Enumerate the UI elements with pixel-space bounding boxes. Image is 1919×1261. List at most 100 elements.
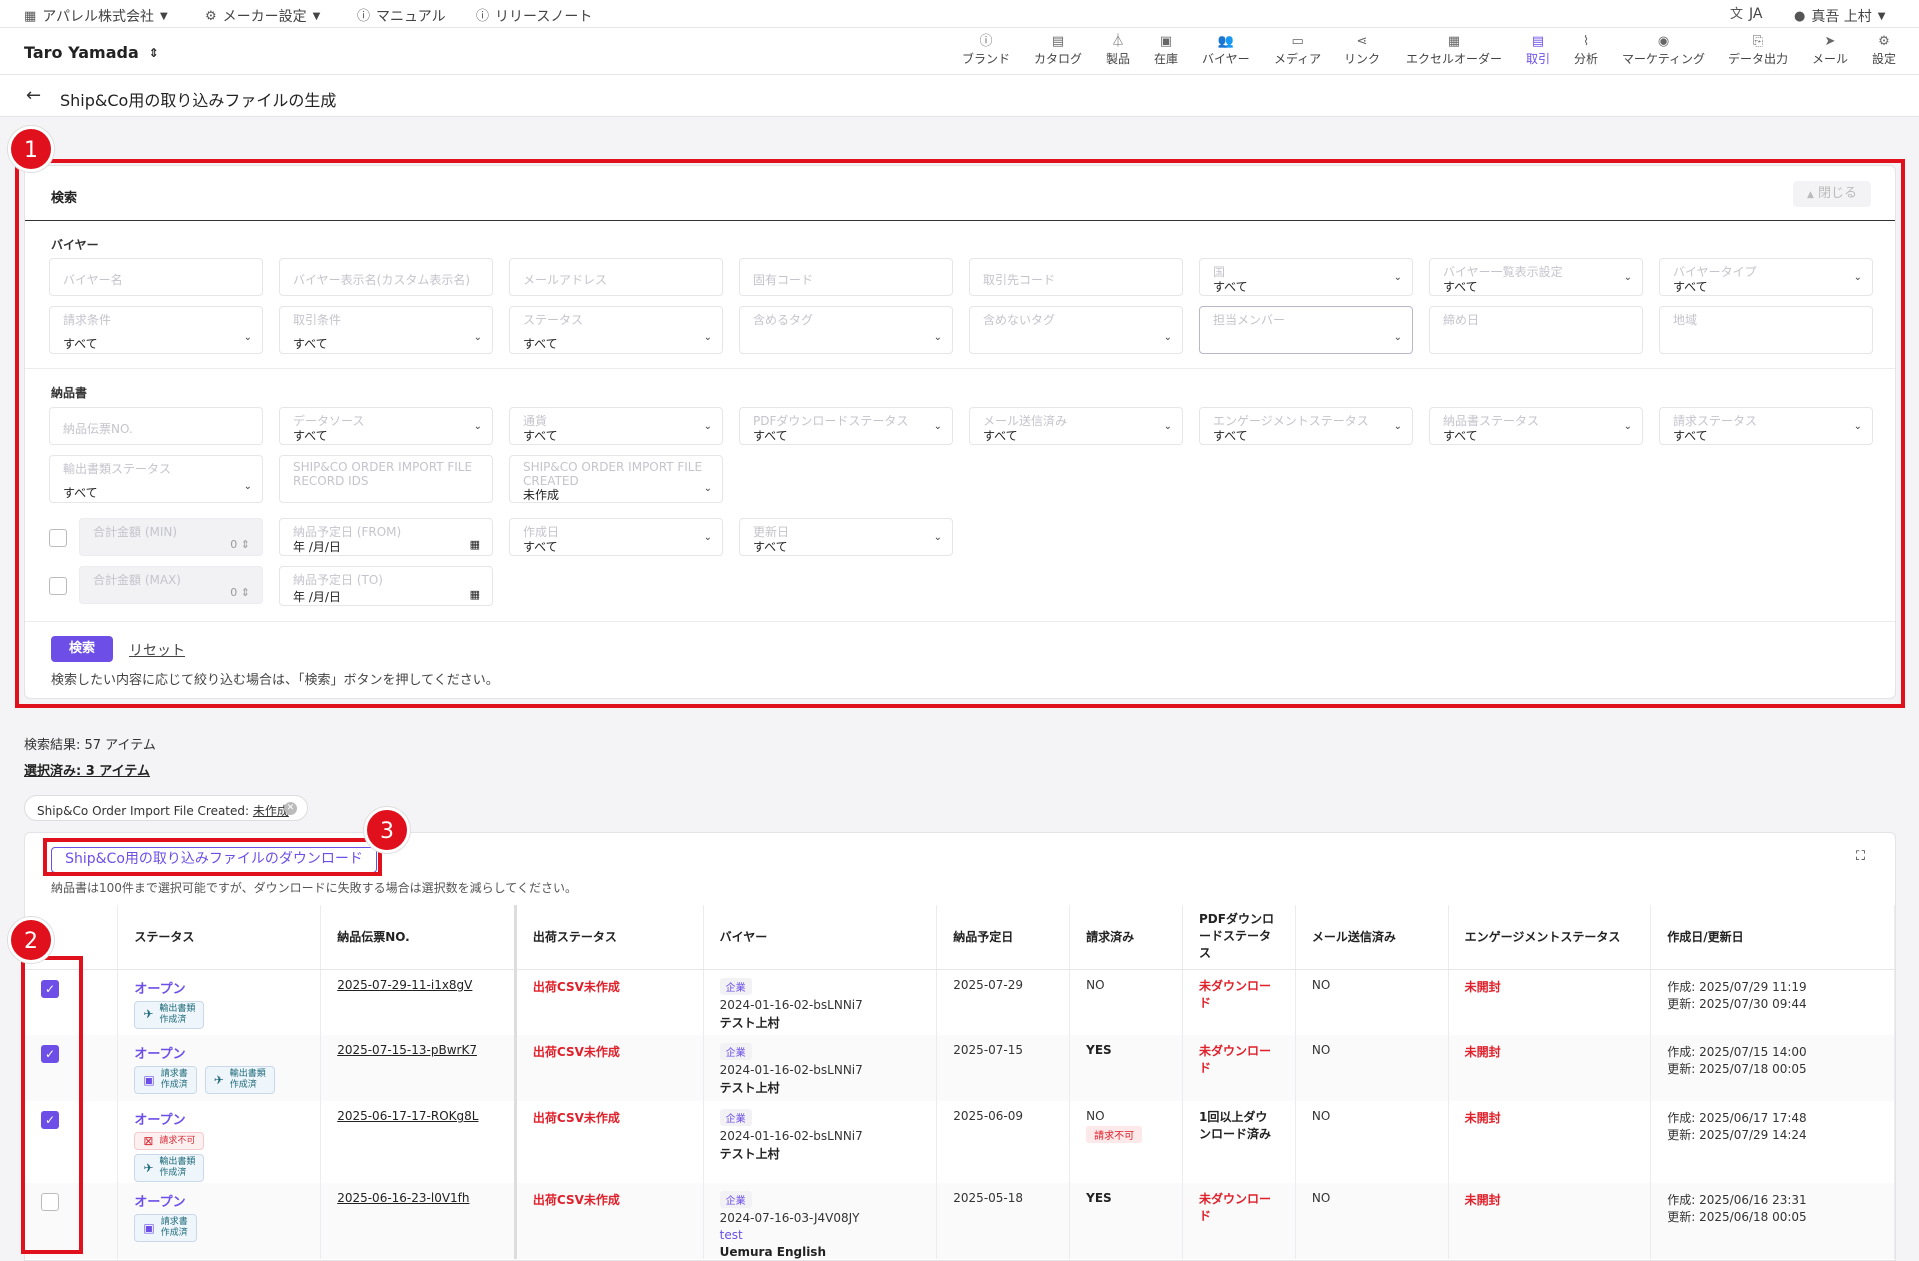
export-doc-badge: ✈ 輸出書類 作成済	[134, 1000, 205, 1029]
billing-ng-tag: 請求不可	[1086, 1126, 1143, 1143]
created-at: 作成: 2025/06/17 17:48	[1667, 1111, 1807, 1125]
engagement-status: 未開封	[1464, 979, 1501, 994]
buyer-code: 2024-01-16-02-bsLNNi7	[719, 997, 863, 1012]
buyer-tag: 企業	[719, 1109, 752, 1126]
buyer-name: Uemura English	[719, 1245, 826, 1259]
nav-inventory[interactable]: ▣ 在庫	[1154, 34, 1178, 67]
table-row[interactable]: ✓ オープン ▣ 請求書 作成済 ✈ 輸出書類 作成済 2025-07-15-13-pBw…	[25, 1035, 1895, 1101]
wallet-icon: ▣	[143, 1072, 155, 1087]
header-ship-status[interactable]: 出荷ステータス	[515, 905, 704, 970]
broadcast-icon: ◉	[1657, 34, 1670, 49]
created-at: 作成: 2025/06/16 23:31	[1667, 1193, 1807, 1207]
nav-settings[interactable]: ⚙ 設定	[1872, 34, 1896, 67]
mail-sent-value: NO	[1295, 1101, 1449, 1183]
updated-at: 更新: 2025/07/18 00:05	[1667, 1062, 1807, 1076]
annotation-number-3: 3	[364, 807, 410, 853]
export-icon: ⎘	[1752, 34, 1764, 49]
status-label: オープン	[134, 1195, 186, 1210]
nav-products[interactable]: ⏃ 製品	[1106, 34, 1130, 67]
table-row[interactable]: ✓ オープン ✈ 輸出書類 作成済 2025-07-29-11-i1x8gV 出荷C…	[25, 969, 1895, 1035]
buyer-tag: 企業	[719, 1191, 752, 1208]
slip-link[interactable]: 2025-06-17-17-ROKg8L	[337, 1109, 478, 1123]
ship-status: 出荷CSV未作成	[532, 1193, 620, 1207]
nav-media[interactable]: ▭ メディア	[1274, 34, 1321, 67]
page-header: ← Ship&Co用の取り込みファイルの生成	[0, 75, 1919, 117]
building-icon: ▦	[24, 8, 37, 24]
mail-sent-value: NO	[1295, 1035, 1449, 1101]
remove-filter-icon[interactable]: ✕	[284, 802, 297, 815]
language-switcher[interactable]: 文 JA	[1730, 6, 1762, 22]
header-slip-no[interactable]: 納品伝票NO.	[320, 905, 517, 970]
nav-transactions[interactable]: ▤ 取引	[1526, 34, 1550, 67]
nav-data-export[interactable]: ⎘ データ出力	[1728, 34, 1788, 67]
catalog-icon: ▤	[1051, 34, 1065, 49]
excel-icon: ▦	[1447, 34, 1461, 49]
fullscreen-icon[interactable]: ⛶	[1856, 849, 1865, 864]
engagement-status: 未開封	[1464, 1045, 1501, 1059]
invoice-badge: ▣ 請求書 作成済	[134, 1214, 197, 1242]
header-engagement[interactable]: エンゲージメントステータス	[1448, 905, 1652, 970]
header-status[interactable]: ステータス	[117, 905, 322, 970]
header-buyer[interactable]: バイヤー	[703, 905, 938, 970]
company-switcher[interactable]: ▦ アパレル株式会社 ▼	[24, 6, 168, 26]
plane-icon: ✈	[143, 1160, 154, 1175]
translate-icon: 文	[1730, 6, 1744, 22]
created-at: 作成: 2025/07/15 14:00	[1667, 1045, 1807, 1059]
table-row[interactable]: オープン ▣ 請求書 作成済 2025-06-16-23-l0V1fh 出荷CSV未…	[25, 1183, 1895, 1259]
billing-ng-badge: ⊠ 請求不可	[134, 1132, 205, 1150]
buyer-code: 2024-07-16-03-J4V08JY	[719, 1211, 860, 1225]
nav-links[interactable]: ⋖ リンク	[1344, 34, 1380, 67]
hanger-icon: ⏃	[1111, 34, 1125, 49]
share-icon: ⋖	[1356, 34, 1368, 49]
header-mail-sent[interactable]: メール送信済み	[1295, 905, 1449, 970]
slip-link[interactable]: 2025-07-15-13-pBwrK7	[337, 1043, 477, 1057]
delivery-date: 2025-07-29	[936, 969, 1071, 1035]
back-arrow-icon[interactable]: ←	[26, 85, 41, 106]
release-notes-link[interactable]: ⓘ リリースノート	[476, 6, 592, 26]
buyer-name: テスト上村	[719, 1015, 780, 1030]
result-count: 検索結果: 57 アイテム	[24, 738, 156, 753]
status-label: オープン	[134, 981, 186, 997]
invoice-badge: ▣ 請求書 作成済	[134, 1066, 197, 1094]
user-icon: ●	[1794, 8, 1806, 24]
slip-link[interactable]: 2025-06-16-23-l0V1fh	[337, 1191, 469, 1205]
caret-down-icon: ▼	[1877, 10, 1886, 22]
wallet-icon: ▣	[143, 1220, 155, 1235]
nav-catalog[interactable]: ▤ カタログ	[1034, 34, 1082, 67]
nav-brand[interactable]: ⓘ ブランド	[962, 34, 1010, 67]
pdf-status: 未ダウンロード	[1199, 1044, 1272, 1075]
maker-settings-menu[interactable]: ⚙ メーカー設定 ▼	[205, 6, 320, 26]
brand-icon: ⓘ	[979, 34, 993, 49]
header-billed[interactable]: 請求済み	[1069, 905, 1183, 970]
account-menu[interactable]: ● 真吾 上村 ▼	[1794, 6, 1886, 26]
nav-mail[interactable]: ➤ メール	[1812, 34, 1848, 67]
manual-link[interactable]: ⓘ マニュアル	[357, 6, 446, 26]
header-dates[interactable]: 作成日/更新日	[1650, 905, 1895, 970]
nav-buyers[interactable]: 👥 バイヤー	[1202, 34, 1250, 67]
annotation-number-1: 1	[8, 126, 54, 172]
status-label: オープン	[134, 1113, 186, 1128]
user-switcher[interactable]: Taro Yamada ⇕	[24, 43, 159, 62]
created-at: 作成: 2025/07/29 11:19	[1667, 979, 1807, 994]
ship-status: 出荷CSV未作成	[532, 1045, 620, 1059]
table-row[interactable]: ✓ オープン ⊠ 請求不可 ✈ 輸出書類 作成済 2025-06-17-17-ROKg…	[25, 1101, 1895, 1183]
status-label: オープン	[134, 1047, 186, 1062]
buyer-tag: 企業	[719, 1043, 752, 1060]
selected-count[interactable]: 選択済み: 3 アイテム	[24, 760, 150, 779]
pdf-status: 未ダウンロード	[1199, 978, 1272, 1010]
plane-icon: ✈	[213, 1072, 224, 1087]
billed-value: YES	[1069, 1035, 1183, 1101]
engagement-status: 未開封	[1464, 1111, 1501, 1125]
ship-status: 出荷CSV未作成	[532, 1111, 620, 1125]
no-invoice-icon: ⊠	[143, 1133, 154, 1148]
header-date[interactable]: 納品予定日	[936, 905, 1071, 970]
header-pdf-status[interactable]: PDFダウンロードステータス	[1182, 905, 1296, 970]
gear-icon: ⚙	[1878, 34, 1890, 49]
nav-marketing[interactable]: ◉ マーケティング	[1622, 34, 1705, 67]
buyer-link[interactable]: test	[720, 1228, 743, 1242]
slip-link[interactable]: 2025-07-29-11-i1x8gV	[337, 978, 472, 992]
nav-analytics[interactable]: ⌇ 分析	[1574, 34, 1598, 67]
boxes-icon: ▣	[1159, 34, 1173, 49]
nav-excel-order[interactable]: ▦ エクセルオーダー	[1406, 34, 1502, 67]
updated-at: 更新: 2025/07/29 14:24	[1667, 1128, 1807, 1142]
